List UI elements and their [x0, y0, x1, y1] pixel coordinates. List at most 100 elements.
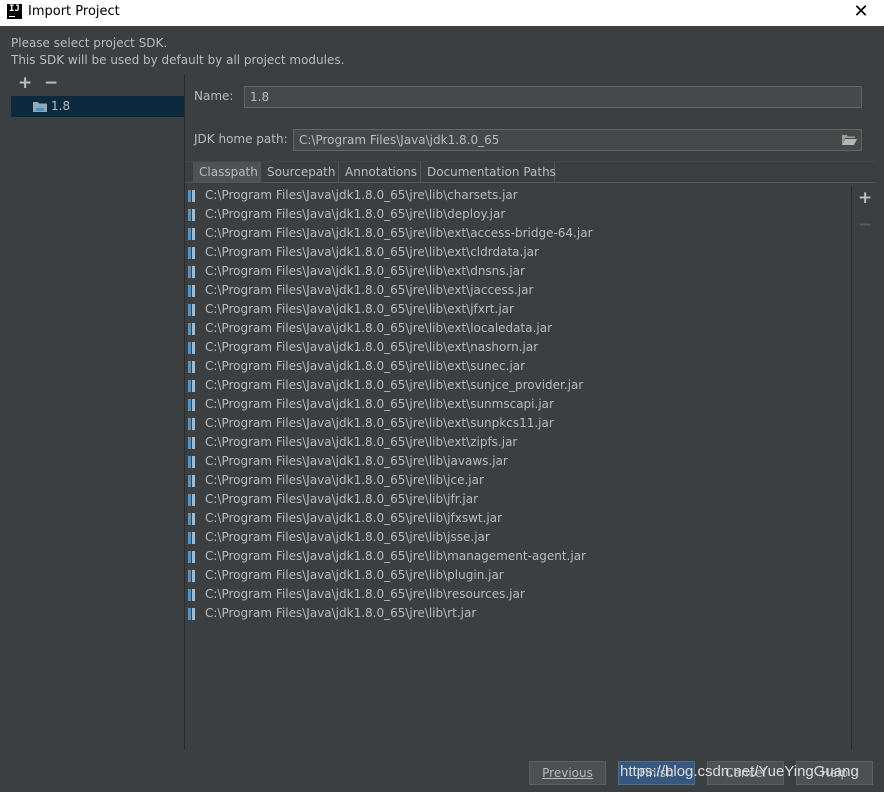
list-item-label: C:\Program Files\Java\jdk1.8.0_65\jre\li…	[205, 568, 504, 582]
list-item[interactable]: C:\Program Files\Java\jdk1.8.0_65\jre\li…	[185, 547, 850, 566]
list-item-label: C:\Program Files\Java\jdk1.8.0_65\jre\li…	[205, 321, 553, 335]
previous-button-label: Previous	[542, 766, 593, 780]
list-item[interactable]: C:\Program Files\Java\jdk1.8.0_65\jre\li…	[185, 471, 850, 490]
list-item[interactable]: C:\Program Files\Java\jdk1.8.0_65\jre\li…	[185, 243, 850, 262]
instruction-line: Please select project SDK.	[11, 36, 168, 50]
list-item-label: C:\Program Files\Java\jdk1.8.0_65\jre\li…	[205, 245, 539, 259]
title-bar: IJ Import Project ✕	[0, 0, 884, 26]
sdk-panel: + − 1.8	[10, 74, 184, 750]
jar-icon	[188, 209, 195, 221]
jar-icon	[188, 380, 195, 392]
list-item[interactable]: C:\Program Files\Java\jdk1.8.0_65\jre\li…	[185, 585, 850, 604]
jdk-home-path-field[interactable]: C:\Program Files\Java\jdk1.8.0_65	[293, 129, 862, 151]
sdk-item-label: 1.8	[51, 99, 71, 113]
list-item-label: C:\Program Files\Java\jdk1.8.0_65\jre\li…	[205, 359, 526, 373]
list-item[interactable]: C:\Program Files\Java\jdk1.8.0_65\jre\li…	[185, 224, 850, 243]
previous-button[interactable]: Previous	[529, 761, 606, 785]
list-item[interactable]: C:\Program Files\Java\jdk1.8.0_65\jre\li…	[185, 566, 850, 585]
list-item-label: C:\Program Files\Java\jdk1.8.0_65\jre\li…	[205, 378, 584, 392]
jar-icon	[188, 551, 195, 563]
jar-icon	[188, 456, 195, 468]
list-item-label: C:\Program Files\Java\jdk1.8.0_65\jre\li…	[205, 473, 484, 487]
sdk-list-item[interactable]: 1.8	[11, 96, 184, 117]
jar-icon	[188, 608, 195, 620]
list-item-label: C:\Program Files\Java\jdk1.8.0_65\jre\li…	[205, 188, 518, 202]
jar-icon	[188, 228, 195, 240]
list-item-label: C:\Program Files\Java\jdk1.8.0_65\jre\li…	[205, 283, 534, 297]
tab-sourcepath[interactable]: Sourcepath	[261, 162, 339, 182]
add-sdk-button[interactable]: +	[18, 74, 32, 92]
classpath-list[interactable]: C:\Program Files\Java\jdk1.8.0_65\jre\li…	[185, 186, 850, 750]
close-button[interactable]: ✕	[838, 0, 884, 26]
list-item[interactable]: C:\Program Files\Java\jdk1.8.0_65\jre\li…	[185, 357, 850, 376]
jar-icon	[188, 494, 195, 506]
list-item[interactable]: C:\Program Files\Java\jdk1.8.0_65\jre\li…	[185, 395, 850, 414]
list-item-label: C:\Program Files\Java\jdk1.8.0_65\jre\li…	[205, 397, 554, 411]
add-path-button[interactable]: +	[858, 189, 872, 207]
list-item-label: C:\Program Files\Java\jdk1.8.0_65\jre\li…	[205, 302, 514, 316]
list-item[interactable]: C:\Program Files\Java\jdk1.8.0_65\jre\li…	[185, 604, 850, 623]
list-item[interactable]: C:\Program Files\Java\jdk1.8.0_65\jre\li…	[185, 490, 850, 509]
list-item[interactable]: C:\Program Files\Java\jdk1.8.0_65\jre\li…	[185, 433, 850, 452]
list-item-label: C:\Program Files\Java\jdk1.8.0_65\jre\li…	[205, 606, 477, 620]
list-item[interactable]: C:\Program Files\Java\jdk1.8.0_65\jre\li…	[185, 262, 850, 281]
tabs-divider	[185, 182, 876, 183]
remove-sdk-button[interactable]: −	[44, 74, 58, 92]
jar-icon	[188, 285, 195, 297]
remove-path-button[interactable]: −	[858, 216, 872, 234]
list-item-label: C:\Program Files\Java\jdk1.8.0_65\jre\li…	[205, 207, 506, 221]
jdk-home-path-label: JDK home path:	[194, 132, 288, 146]
jar-icon	[188, 437, 195, 449]
jar-icon	[188, 323, 195, 335]
list-item-label: C:\Program Files\Java\jdk1.8.0_65\jre\li…	[205, 264, 525, 278]
list-item[interactable]: C:\Program Files\Java\jdk1.8.0_65\jre\li…	[185, 376, 850, 395]
jar-icon	[188, 399, 195, 411]
list-item-label: C:\Program Files\Java\jdk1.8.0_65\jre\li…	[205, 416, 554, 430]
jar-icon	[188, 304, 195, 316]
list-item[interactable]: C:\Program Files\Java\jdk1.8.0_65\jre\li…	[185, 414, 850, 433]
list-item-label: C:\Program Files\Java\jdk1.8.0_65\jre\li…	[205, 340, 539, 354]
jar-icon	[188, 570, 195, 582]
name-label: Name:	[194, 89, 234, 103]
list-item[interactable]: C:\Program Files\Java\jdk1.8.0_65\jre\li…	[185, 509, 850, 528]
tab-annotations[interactable]: Annotations	[339, 162, 421, 182]
tab-documentation-paths[interactable]: Documentation Paths	[421, 162, 556, 182]
list-item-label: C:\Program Files\Java\jdk1.8.0_65\jre\li…	[205, 549, 586, 563]
jdk-home-path-value: C:\Program Files\Java\jdk1.8.0_65	[299, 133, 500, 147]
folder-open-icon[interactable]	[842, 134, 857, 146]
list-item-label: C:\Program Files\Java\jdk1.8.0_65\jre\li…	[205, 454, 508, 468]
list-item[interactable]: C:\Program Files\Java\jdk1.8.0_65\jre\li…	[185, 186, 850, 205]
name-field[interactable]: 1.8	[244, 86, 862, 108]
jar-icon	[188, 475, 195, 487]
folder-icon	[33, 102, 47, 112]
list-toolbar-divider	[851, 186, 852, 750]
list-item-label: C:\Program Files\Java\jdk1.8.0_65\jre\li…	[205, 530, 490, 544]
jar-icon	[188, 266, 195, 278]
jar-icon	[188, 247, 195, 259]
window-title: Import Project	[28, 4, 120, 19]
list-item[interactable]: C:\Program Files\Java\jdk1.8.0_65\jre\li…	[185, 281, 850, 300]
jar-icon	[188, 342, 195, 354]
list-item-label: C:\Program Files\Java\jdk1.8.0_65\jre\li…	[205, 587, 525, 601]
instructions: Please select project SDK. This SDK will…	[11, 35, 344, 69]
jar-icon	[188, 190, 195, 202]
list-item-label: C:\Program Files\Java\jdk1.8.0_65\jre\li…	[205, 511, 503, 525]
list-item[interactable]: C:\Program Files\Java\jdk1.8.0_65\jre\li…	[185, 319, 850, 338]
instruction-line: This SDK will be used by default by all …	[11, 53, 345, 67]
watermark: https://blog.csdn.net/YueYingGuang	[620, 763, 859, 780]
list-item[interactable]: C:\Program Files\Java\jdk1.8.0_65\jre\li…	[185, 205, 850, 224]
list-item-label: C:\Program Files\Java\jdk1.8.0_65\jre\li…	[205, 226, 593, 240]
list-item-label: C:\Program Files\Java\jdk1.8.0_65\jre\li…	[205, 435, 518, 449]
list-item[interactable]: C:\Program Files\Java\jdk1.8.0_65\jre\li…	[185, 452, 850, 471]
list-item[interactable]: C:\Program Files\Java\jdk1.8.0_65\jre\li…	[185, 300, 850, 319]
jar-icon	[188, 532, 195, 544]
jar-icon	[188, 418, 195, 430]
tab-classpath[interactable]: Classpath	[193, 162, 261, 182]
list-item[interactable]: C:\Program Files\Java\jdk1.8.0_65\jre\li…	[185, 528, 850, 547]
list-item-label: C:\Program Files\Java\jdk1.8.0_65\jre\li…	[205, 492, 479, 506]
list-item[interactable]: C:\Program Files\Java\jdk1.8.0_65\jre\li…	[185, 338, 850, 357]
jar-icon	[188, 361, 195, 373]
jar-icon	[188, 513, 195, 525]
jar-icon	[188, 589, 195, 601]
intellij-app-icon: IJ	[7, 4, 22, 19]
